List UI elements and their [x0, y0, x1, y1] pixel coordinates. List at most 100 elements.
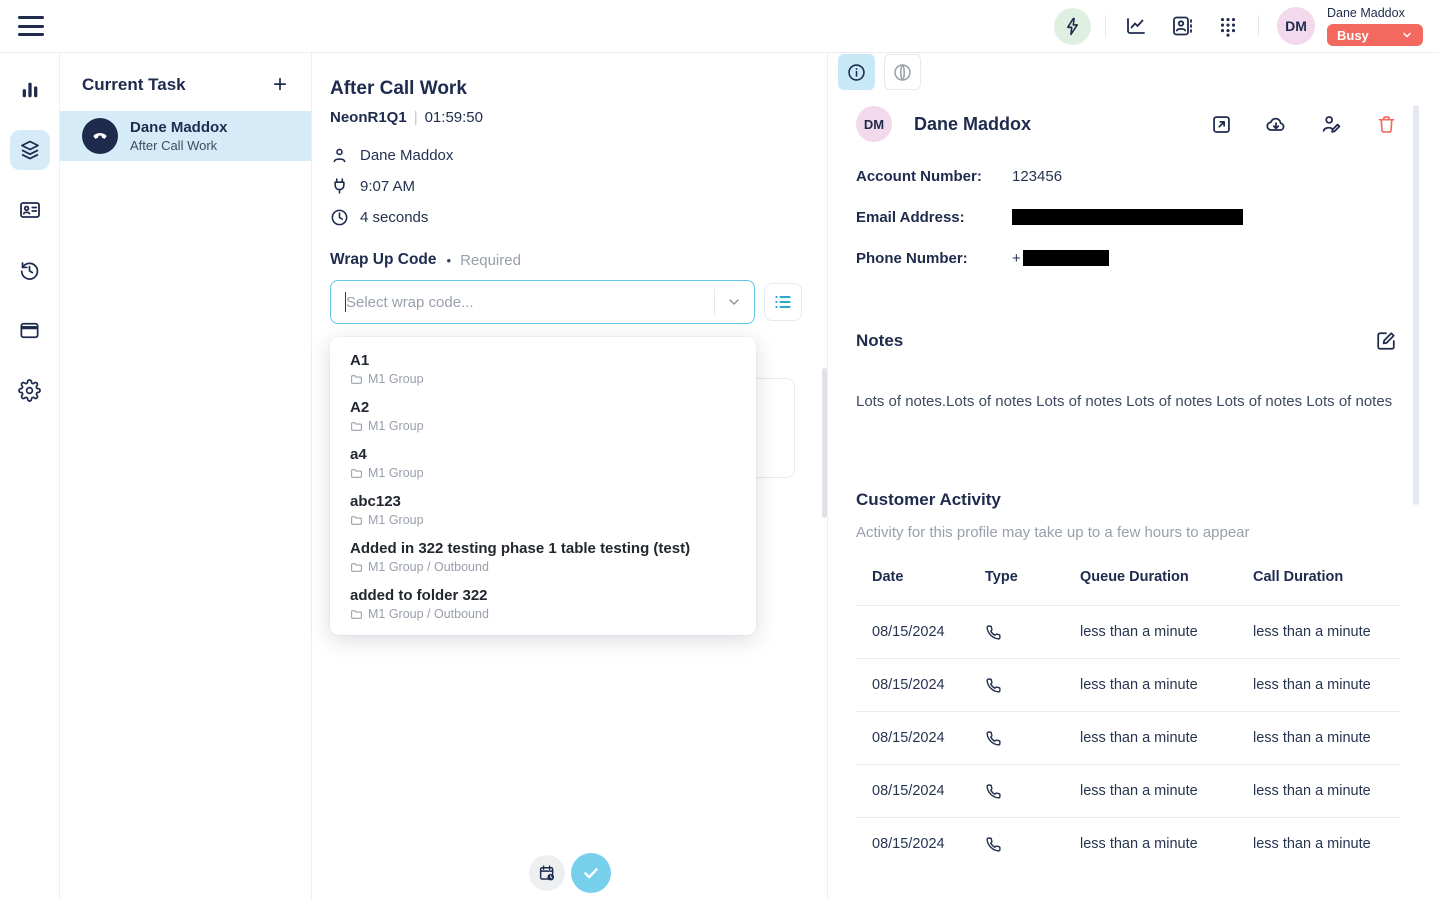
wrap-code-option[interactable]: A1 M1 Group: [330, 345, 756, 392]
activity-queue-duration: less than a minute: [1064, 712, 1237, 765]
line-chart-icon[interactable]: [1120, 10, 1152, 42]
activity-row: 08/15/2024 less than a minute less than …: [856, 606, 1400, 659]
gear-icon[interactable]: [10, 370, 50, 410]
notes-section: Notes Lots of notes.Lots of notes Lots o…: [856, 330, 1397, 412]
calendar-clock-icon[interactable]: [529, 855, 565, 891]
person-icon: [330, 146, 349, 165]
activity-subtitle: Activity for this profile may take up to…: [856, 524, 1400, 541]
trash-icon[interactable]: [1375, 113, 1397, 135]
required-label: Required: [460, 252, 521, 269]
activity-row: 08/15/2024 less than a minute less than …: [856, 712, 1400, 765]
status-dropdown[interactable]: Busy: [1327, 24, 1423, 46]
bar-chart-icon[interactable]: [10, 70, 50, 110]
redacted-phone-value: [1023, 250, 1109, 266]
activity-call-duration: less than a minute: [1237, 712, 1400, 765]
wrap-code-option[interactable]: Added in 322 testing phase 1 table testi…: [330, 533, 756, 580]
dialpad-icon[interactable]: [1212, 10, 1244, 42]
task-list-item[interactable]: Dane Maddox After Call Work: [60, 111, 311, 161]
column-header: Call Duration: [1237, 569, 1400, 606]
call-icon: [985, 836, 1002, 853]
profile-avatar: DM: [856, 106, 892, 142]
avatar[interactable]: DM: [1277, 7, 1315, 45]
lightning-icon[interactable]: [1054, 8, 1091, 45]
activity-title: Customer Activity: [856, 490, 1400, 510]
external-link-icon[interactable]: [1210, 113, 1232, 135]
select-placeholder: Select wrap code...: [346, 294, 714, 311]
call-icon: [985, 730, 1002, 747]
phone-label: Phone Number:: [856, 250, 1012, 267]
activity-call-duration: less than a minute: [1237, 765, 1400, 818]
plus-icon[interactable]: +: [273, 75, 287, 95]
layers-icon[interactable]: [10, 130, 50, 170]
complete-task-button[interactable]: [571, 853, 611, 893]
redacted-email-value: [1012, 209, 1243, 225]
customer-activity-section: Customer Activity Activity for this prof…: [856, 490, 1400, 871]
activity-type: [969, 606, 1064, 659]
panel-scrollbar[interactable]: [822, 368, 827, 518]
activity-date: 08/15/2024: [856, 818, 969, 871]
folder-icon: [350, 561, 363, 574]
wrap-code-option[interactable]: added to folder 322 M1 Group / Outbound: [330, 580, 756, 627]
wrap-up-code-label: Wrap Up Code: [330, 251, 437, 269]
notes-text: Lots of notes.Lots of notes Lots of note…: [856, 392, 1397, 412]
page-title: After Call Work: [330, 78, 827, 100]
tab-info[interactable]: [838, 54, 875, 90]
left-rail: [0, 53, 60, 899]
wrap-code-option[interactable]: abc123 M1 Group: [330, 486, 756, 533]
contacts-book-icon[interactable]: [1166, 10, 1198, 42]
account-number-value: 123456: [1012, 168, 1062, 185]
activity-type: [969, 659, 1064, 712]
call-icon: [985, 677, 1002, 694]
activity-call-duration: less than a minute: [1237, 659, 1400, 712]
menu-icon[interactable]: [18, 16, 44, 36]
profile-scrollbar[interactable]: [1413, 105, 1419, 505]
task-detail-panel: After Call Work NeonR1Q1|01:59:50 Dane M…: [312, 53, 828, 899]
checkmark-icon: [582, 864, 600, 882]
email-label: Email Address:: [856, 209, 1012, 226]
tab-brain[interactable]: [884, 54, 921, 90]
phone-prefix: +: [1012, 250, 1021, 267]
activity-row: 08/15/2024 less than a minute less than …: [856, 765, 1400, 818]
list-icon[interactable]: [764, 283, 802, 321]
wrap-code-option[interactable]: a4 M1 Group: [330, 439, 756, 486]
profile-panel: DM Dane Maddox: [828, 53, 1439, 899]
current-task-title: Current Task: [82, 75, 186, 95]
column-header: Queue Duration: [1064, 569, 1237, 606]
chevron-down-icon: [726, 294, 742, 310]
activity-date: 08/15/2024: [856, 606, 969, 659]
user-edit-icon[interactable]: [1320, 113, 1342, 135]
wrap-code-dropdown: A1 M1 Group A2 M1 Group: [330, 337, 756, 635]
countdown-timer: 01:59:50: [425, 109, 483, 126]
activity-type: [969, 818, 1064, 871]
folder-icon: [350, 373, 363, 386]
topbar-divider: [1105, 15, 1106, 37]
call-icon: [985, 783, 1002, 800]
activity-table: DateTypeQueue DurationCall Duration 08/1…: [856, 569, 1400, 871]
phone-row: Phone Number: +: [856, 250, 1439, 266]
activity-date: 08/15/2024: [856, 659, 969, 712]
cloud-download-icon[interactable]: [1265, 113, 1287, 135]
folder-icon: [350, 467, 363, 480]
account-number-label: Account Number:: [856, 168, 1012, 185]
wrap-code-option[interactable]: A2 M1 Group: [330, 392, 756, 439]
campaign-name: NeonR1Q1: [330, 109, 407, 126]
duration-row: 4 seconds: [330, 207, 827, 227]
folder-icon: [350, 608, 363, 621]
activity-queue-duration: less than a minute: [1064, 606, 1237, 659]
contact-card-icon[interactable]: [10, 190, 50, 230]
start-time: 9:07 AM: [360, 178, 415, 195]
notes-title: Notes: [856, 331, 903, 351]
contact-name: Dane Maddox: [360, 147, 453, 164]
activity-queue-duration: less than a minute: [1064, 818, 1237, 871]
edit-note-icon[interactable]: [1375, 330, 1397, 352]
activity-date: 08/15/2024: [856, 712, 969, 765]
user-status-block: Dane Maddox Busy: [1327, 6, 1423, 46]
window-icon[interactable]: [10, 310, 50, 350]
history-icon[interactable]: [10, 250, 50, 290]
email-row: Email Address:: [856, 209, 1439, 225]
wrap-code-select[interactable]: Select wrap code...: [330, 280, 755, 324]
info-icon: [846, 62, 867, 83]
topbar-right: DM Dane Maddox Busy: [1054, 6, 1423, 46]
column-header: Type: [969, 569, 1064, 606]
folder-icon: [350, 420, 363, 433]
